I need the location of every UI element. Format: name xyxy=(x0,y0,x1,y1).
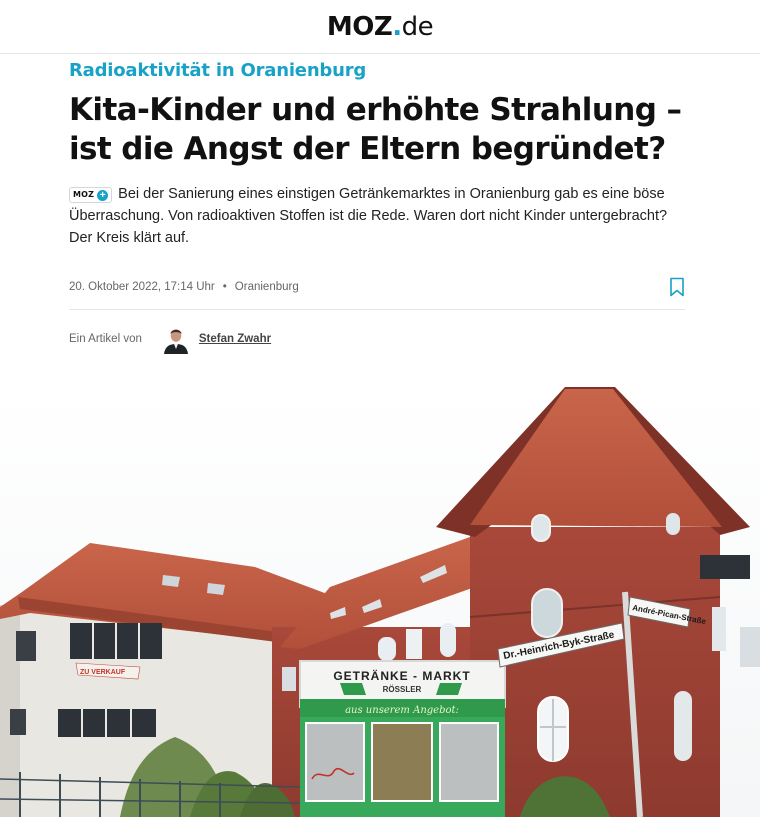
bookmark-icon[interactable] xyxy=(669,277,685,297)
market-sign-slogan: aus unserem Angebot: xyxy=(345,705,459,716)
author-line: Ein Artikel von Stefan Zwahr xyxy=(69,324,685,354)
article-photo: ZU VERKAUF GETRÄNKE - MARKT RÖSSLER aus … xyxy=(0,387,760,817)
publish-date: 20. Oktober 2022, 17:14 Uhr xyxy=(69,281,215,293)
site-logo[interactable]: MOZ.de xyxy=(326,11,434,42)
author-link[interactable]: Stefan Zwahr xyxy=(199,333,271,345)
article-location[interactable]: Oranienburg xyxy=(235,281,299,293)
teaser-text: Bei der Sanierung eines einstigen Geträn… xyxy=(69,186,668,246)
meta-separator: • xyxy=(222,281,227,293)
plus-icon: + xyxy=(97,189,109,201)
site-header: MOZ.de xyxy=(0,0,760,54)
logo-brand: MOZ xyxy=(326,11,393,42)
logo-dot: . xyxy=(392,11,402,42)
byline-prefix: Ein Artikel von xyxy=(69,333,142,345)
market-sign-name: RÖSSLER xyxy=(383,685,422,694)
sale-banner-text: ZU VERKAUF xyxy=(80,669,126,676)
logo-tld: de xyxy=(401,11,434,42)
market-sign-title: GETRÄNKE - MARKT xyxy=(333,668,470,683)
article-kicker[interactable]: Radioaktivität in Oranienburg xyxy=(69,58,685,84)
moz-plus-badge: MOZ + xyxy=(69,187,113,203)
article-headline: Kita-Kinder und erhöhte Strahlung – ist … xyxy=(69,92,682,167)
meta-divider xyxy=(69,309,685,310)
badge-label: MOZ xyxy=(73,190,95,199)
author-avatar[interactable] xyxy=(162,324,189,354)
article-meta: 20. Oktober 2022, 17:14 Uhr • Oranienbur… xyxy=(69,275,685,299)
article-teaser: MOZ + Bei der Sanierung eines einstigen … xyxy=(69,183,685,249)
article: Radioaktivität in Oranienburg Kita-Kinde… xyxy=(69,58,685,354)
